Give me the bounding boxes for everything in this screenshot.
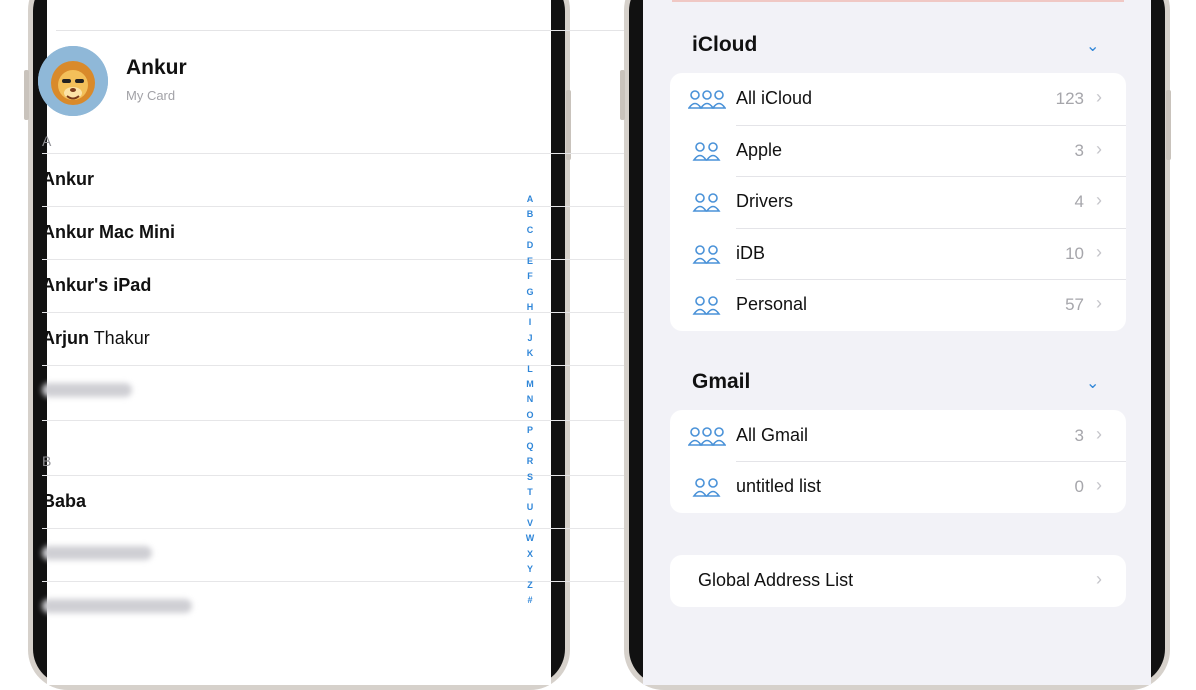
side-button [24,70,29,120]
chevron-right-icon: › [1096,190,1102,210]
list-label: Personal [736,294,808,314]
list-label: All iCloud [736,88,813,108]
side-button [620,70,625,120]
chevron-down-icon[interactable]: ⌄ [1086,36,1099,56]
my-card-name[interactable]: Ankur [126,56,187,80]
list-item[interactable]: All Gmail 3 › [670,410,1126,462]
gmail-lists-card: All Gmail 3 › untitled list 0 › [670,410,1126,513]
index-letter[interactable]: M [526,380,534,389]
list-label: untitled list [736,476,822,496]
index-letter[interactable]: F [527,272,533,281]
index-letter[interactable]: S [527,472,533,482]
side-button [566,90,571,160]
chevron-right-icon: › [1096,475,1102,495]
list-item[interactable]: Drivers 4 › [670,176,1126,228]
my-card-subtitle: My Card [126,88,176,103]
contact-name: Baba [42,491,87,511]
list-label: Drivers [736,191,793,211]
list-count: 57 [1065,295,1084,314]
index-letter[interactable]: I [529,318,532,327]
divider [736,461,1126,462]
index-letter[interactable]: E [527,256,533,266]
index-letter[interactable]: W [526,534,535,543]
chevron-down-icon[interactable]: ⌄ [1086,373,1099,393]
list-item[interactable]: iDB 10 › [670,228,1126,280]
index-letter[interactable]: O [526,410,533,420]
redacted-name [42,383,132,397]
index-letter[interactable]: V [527,518,533,528]
list-label: Global Address List [698,570,854,590]
index-letter[interactable]: A [527,195,534,204]
my-card-avatar[interactable] [38,46,108,116]
list-label: iDB [736,243,766,263]
index-letter[interactable]: Z [527,580,533,590]
chevron-right-icon: › [1096,424,1102,444]
list-count: 4 [1074,192,1084,211]
list-label: All Gmail [736,425,809,445]
index-letter[interactable]: # [527,595,532,605]
index-letter[interactable]: K [527,349,534,358]
icloud-lists-card: All iCloud 123 › Apple 3 › Drivers 4 › i… [670,73,1126,331]
group-icon [692,245,721,264]
section-header-a: A [42,133,52,149]
global-address-list-card: Global Address List › [670,555,1126,607]
index-letter[interactable]: J [527,333,532,343]
group-large-icon [688,427,726,446]
index-letter[interactable]: T [527,488,533,497]
group-title-gmail[interactable]: Gmail [692,370,750,394]
index-letter[interactable]: P [527,426,533,435]
index-letter[interactable]: B [527,210,534,219]
list-item[interactable]: Apple 3 › [670,125,1126,177]
index-letter[interactable]: X [527,549,533,559]
index-letter[interactable]: G [526,287,533,297]
contact-name: Ankur [42,169,95,189]
group-large-icon [688,90,726,109]
list-item[interactable]: untitled list 0 › [670,461,1126,513]
chevron-right-icon: › [1096,242,1102,262]
contact-name: Arjun Thakur [42,328,150,348]
contact-name: Ankur Mac Mini [42,222,176,242]
index-letter[interactable]: N [527,395,534,404]
divider [736,176,1126,177]
list-count: 123 [1055,89,1084,108]
list-item[interactable]: Personal 57 › [670,279,1126,331]
redacted-name [42,546,152,560]
global-address-list-row[interactable]: Global Address List › [670,555,1126,607]
index-letter[interactable]: D [527,241,534,250]
index-letter[interactable]: U [527,503,534,512]
group-icon [692,478,721,497]
list-count: 0 [1074,477,1084,496]
index-letter[interactable]: C [527,225,534,235]
chevron-right-icon: › [1096,139,1102,159]
section-header-b: B [42,453,52,469]
index-letter[interactable]: Y [527,565,533,574]
redacted-name [42,599,192,613]
group-icon [692,193,721,212]
list-count: 10 [1065,244,1084,263]
index-letter[interactable]: R [527,457,534,466]
lion-memoji-icon [38,46,108,116]
top-edge-highlight [672,0,1124,2]
divider [736,228,1126,229]
index-letter[interactable]: L [527,364,533,374]
chevron-right-icon: › [1096,293,1102,313]
chevron-right-icon: › [1096,87,1102,107]
list-count: 3 [1074,141,1084,160]
group-icon [692,142,721,161]
list-item[interactable]: All iCloud 123 › [670,73,1126,125]
divider [736,279,1126,280]
group-icon [692,296,721,315]
list-count: 3 [1074,426,1084,445]
chevron-right-icon: › [1096,569,1102,589]
list-label: Apple [736,140,783,160]
contact-name: Ankur's iPad [42,275,152,295]
index-letter[interactable]: Q [526,441,533,451]
alphabet-index[interactable]: A B C D E F G H I J K L M N O P Q R S T U V W X Y Z # [522,195,538,605]
group-title-icloud[interactable]: iCloud [692,33,757,57]
index-letter[interactable]: H [527,302,534,312]
divider [736,125,1126,126]
side-button [1166,90,1171,160]
